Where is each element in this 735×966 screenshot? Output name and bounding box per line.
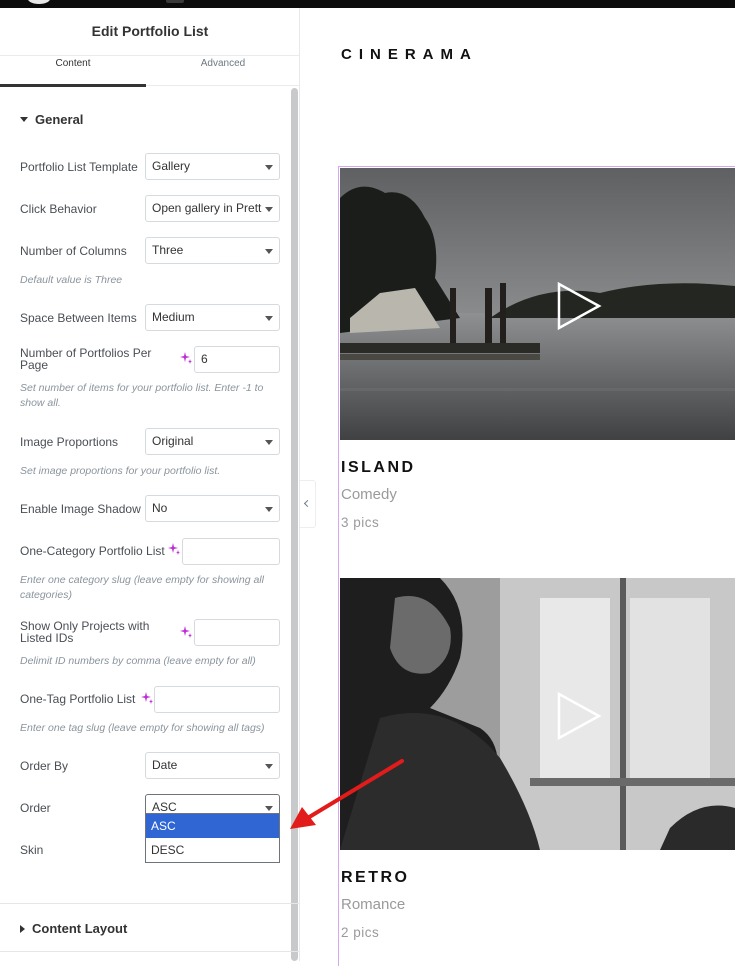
section-divider (0, 903, 299, 904)
section-content-layout-title: Content Layout (32, 921, 128, 936)
sparkle-icon[interactable] (180, 352, 192, 364)
space-value: Medium (152, 310, 195, 324)
section-general-title: General (35, 112, 84, 127)
shadow-select[interactable]: No (145, 495, 280, 522)
template-select[interactable]: Gallery (145, 153, 280, 180)
panel-title: Edit Portfolio List (91, 23, 209, 39)
shadow-value: No (152, 501, 168, 515)
click-behavior-select[interactable]: Open gallery in Prett (145, 195, 280, 222)
order-option-asc[interactable]: ASC (146, 814, 279, 838)
order-by-label: Order By (20, 759, 69, 773)
item-category-island: Comedy (341, 486, 397, 503)
one-category-hint: Enter one category slug (leave empty for… (20, 574, 264, 601)
listed-ids-label: Show Only Projects with Listed IDs (20, 619, 150, 645)
item-title-island[interactable]: ISLAND (341, 459, 416, 477)
site-title: CINERAMA (341, 46, 478, 63)
toolbar-button[interactable] (166, 0, 184, 3)
order-dropdown-list: ASC DESC (145, 813, 280, 863)
one-category-input[interactable] (182, 538, 280, 565)
chevron-down-icon (265, 249, 273, 254)
click-behavior-value: Open gallery in Prett (152, 201, 262, 215)
sparkle-icon[interactable] (141, 692, 153, 704)
caret-down-icon (20, 117, 28, 122)
item-pics-island: 3 pics (341, 515, 380, 530)
tab-bar: Content Advanced (0, 55, 299, 87)
order-label: Order (20, 801, 51, 815)
portfolio-image-island[interactable] (340, 168, 735, 440)
chevron-left-icon (303, 499, 312, 508)
caret-right-icon (20, 924, 25, 933)
proportions-hint: Set image proportions for your portfolio… (20, 465, 221, 477)
order-by-value: Date (152, 758, 178, 772)
panel-collapse-handle[interactable] (300, 480, 316, 528)
space-label: Space Between Items (20, 311, 137, 325)
top-toolbar (0, 0, 735, 8)
item-pics-retro: 2 pics (341, 925, 380, 940)
one-tag-label: One-Tag Portfolio List (20, 692, 136, 706)
skin-label: Skin (20, 843, 44, 857)
chevron-down-icon (265, 507, 273, 512)
proportions-select[interactable]: Original (145, 428, 280, 455)
sparkle-icon[interactable] (180, 626, 192, 638)
chevron-down-icon (265, 316, 273, 321)
section-general-toggle[interactable]: General (20, 112, 83, 127)
section-divider (0, 951, 299, 952)
tab-content[interactable]: Content (0, 56, 146, 87)
chevron-down-icon (265, 440, 273, 445)
order-by-select[interactable]: Date (145, 752, 280, 779)
per-page-label: Number of Portfolios Per Page (20, 346, 152, 372)
item-title-retro[interactable]: RETRO (341, 869, 410, 887)
chevron-down-icon (265, 165, 273, 170)
one-tag-input[interactable] (154, 686, 280, 713)
tab-advanced[interactable]: Advanced (146, 56, 299, 86)
per-page-hint: Set number of items for your portfolio l… (20, 382, 264, 409)
proportions-label: Image Proportions (20, 435, 119, 449)
template-value: Gallery (152, 159, 191, 173)
columns-label: Number of Columns (20, 244, 127, 258)
chevron-down-icon (265, 806, 273, 811)
order-option-desc[interactable]: DESC (146, 838, 279, 862)
columns-hint: Default value is Three (20, 274, 123, 286)
app-logo-icon (28, 0, 50, 4)
proportions-value: Original (152, 434, 194, 448)
listed-ids-hint: Delimit ID numbers by comma (leave empty… (20, 655, 256, 667)
click-behavior-label: Click Behavior (20, 202, 97, 216)
section-content-layout-toggle[interactable]: Content Layout (20, 921, 127, 936)
item-category-retro: Romance (341, 896, 406, 913)
annotation-arrow (290, 759, 404, 829)
one-tag-hint: Enter one tag slug (leave empty for show… (20, 722, 265, 734)
chevron-down-icon (265, 207, 273, 212)
template-label: Portfolio List Template (20, 160, 138, 174)
chevron-down-icon (265, 764, 273, 769)
shadow-label: Enable Image Shadow (20, 502, 141, 516)
columns-value: Three (152, 243, 184, 257)
one-category-label: One-Category Portfolio List (20, 544, 165, 558)
per-page-input[interactable]: 6 (194, 346, 280, 373)
listed-ids-input[interactable] (194, 619, 280, 646)
columns-select[interactable]: Three (145, 237, 280, 264)
space-select[interactable]: Medium (145, 304, 280, 331)
sparkle-icon[interactable] (168, 543, 180, 555)
